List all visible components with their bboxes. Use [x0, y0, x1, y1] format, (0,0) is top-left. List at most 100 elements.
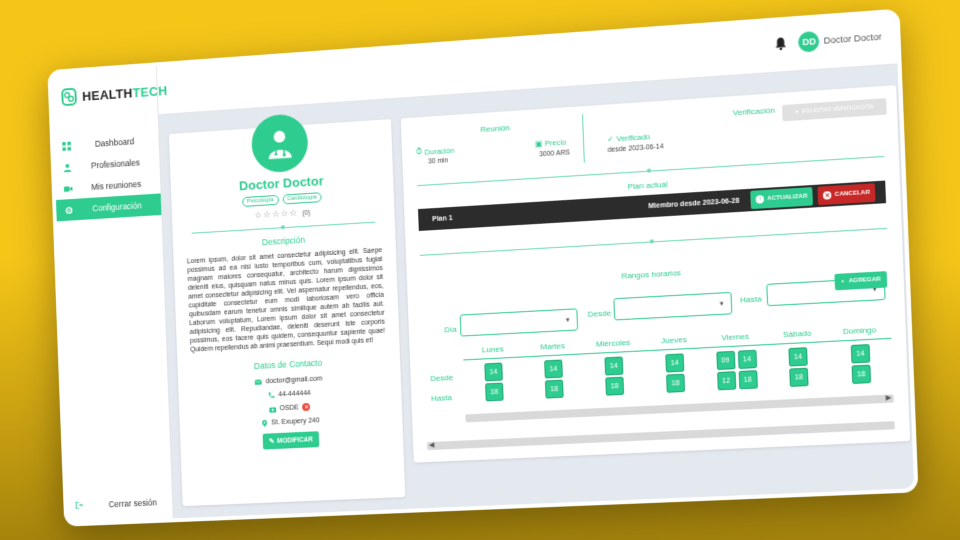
- time-range[interactable]: 14 18: [484, 362, 504, 414]
- app: HEALTHTECH DD Doctor Doctor Dashboard Pr…: [51, 12, 915, 523]
- time-to-chip[interactable]: 18: [738, 370, 758, 390]
- day-slots: 14 18: [644, 352, 707, 406]
- verification-title: Verificación: [732, 105, 776, 118]
- day-header: Lunes: [481, 344, 504, 355]
- specialty-tag: Psicología: [241, 194, 279, 207]
- medical-kit-icon: [268, 405, 276, 413]
- time-to-chip[interactable]: 18: [485, 382, 504, 402]
- time-from-chip[interactable]: 14: [737, 349, 757, 370]
- divider: [419, 227, 888, 256]
- time-to-chip[interactable]: 18: [789, 367, 809, 387]
- bell-icon[interactable]: [774, 36, 789, 51]
- up-arrow-icon: ↑: [755, 195, 765, 204]
- brand-logo-icon: [61, 87, 77, 107]
- modify-label: MODIFICAR: [277, 435, 313, 445]
- plan-name: Plan 1: [432, 214, 453, 223]
- dashboard-icon: [61, 141, 71, 151]
- time-range[interactable]: 14 18: [604, 356, 625, 407]
- address-value: St. Exupery 240: [271, 416, 320, 426]
- cancel-plan-label: CANCELAR: [834, 189, 871, 198]
- price-value: 3000 ARS: [539, 149, 571, 159]
- add-range-label: AGREGAR: [848, 276, 881, 285]
- time-from-chip[interactable]: 14: [788, 347, 808, 367]
- day-header: Domingo: [842, 325, 877, 337]
- time-to-chip[interactable]: 18: [605, 376, 625, 396]
- verified-since: desde 2023-06-14: [607, 143, 664, 155]
- logout-button[interactable]: Cerrar sesión: [67, 491, 174, 517]
- meeting-title: Reunión: [480, 123, 511, 135]
- day-select[interactable]: ▼: [459, 308, 579, 337]
- check-icon: ✓: [607, 134, 614, 144]
- from-select[interactable]: ▼: [613, 291, 733, 321]
- card-scrollbar[interactable]: ◀: [426, 421, 895, 451]
- scroll-left-icon[interactable]: ◀: [429, 441, 435, 449]
- time-range[interactable]: 14 18: [850, 344, 872, 396]
- star-icons: ☆☆☆☆☆: [254, 207, 299, 221]
- remove-insurance-icon[interactable]: ✕: [302, 402, 311, 412]
- day-slots: 14 18: [829, 343, 894, 397]
- specialty-tag: Cardiología: [282, 192, 322, 205]
- day-slots: 14 18: [767, 346, 831, 400]
- modify-button[interactable]: ✎ MODIFICAR: [262, 431, 319, 450]
- time-range[interactable]: 09 12: [715, 350, 736, 403]
- phone-icon: [268, 391, 275, 398]
- price-label: ▣ Precio: [535, 138, 567, 149]
- time-to-chip[interactable]: 18: [544, 379, 564, 399]
- time-to-chip[interactable]: 18: [851, 364, 872, 384]
- brand-name: HEALTHTECH: [82, 83, 168, 104]
- time-from-chip[interactable]: 14: [850, 344, 871, 364]
- time-range[interactable]: 14 18: [544, 359, 564, 410]
- time-range[interactable]: 14 18: [737, 349, 758, 402]
- price-label-text: Precio: [544, 137, 567, 148]
- time-range[interactable]: 14 18: [665, 353, 686, 405]
- scroll-right-icon[interactable]: ▶: [886, 393, 892, 401]
- time-to-chip[interactable]: 12: [716, 371, 736, 391]
- time-from-chip[interactable]: 14: [604, 356, 624, 376]
- plan-since: Miembro desde 2023-06-28: [648, 197, 740, 210]
- brand[interactable]: HEALTHTECH: [51, 66, 168, 123]
- info-row: Reunión ⏱ Duración 30 min ▣ Precio 3000 AR…: [401, 85, 899, 178]
- duration-label-text: Duración: [424, 145, 455, 157]
- profile-card: Doctor Doctor Psicología Cardiología ☆☆☆…: [168, 112, 406, 507]
- insurance-value: OSDE: [279, 403, 299, 412]
- edit-icon: ✎: [268, 438, 275, 446]
- app-window: HEALTHTECH DD Doctor Doctor Dashboard Pr…: [47, 8, 919, 527]
- doctor-avatar-icon: [250, 112, 309, 174]
- cancel-plan-button[interactable]: ✕ CANCELAR: [817, 183, 876, 206]
- user-area: DD Doctor Doctor: [774, 26, 882, 54]
- day-slots: 14 18: [523, 358, 585, 411]
- duration-label: ⏱ Duración: [416, 145, 455, 157]
- day-slots: 09 12 14 18: [705, 349, 769, 403]
- day-header: Martes: [540, 341, 566, 352]
- chevron-down-icon: ▼: [718, 301, 725, 308]
- contact-info: doctor@gmail.com 44-444444 OSDE ✕ St. Exu…: [178, 368, 402, 434]
- sidebar-item-label: Configuración: [92, 200, 142, 214]
- avatar[interactable]: DD: [798, 30, 820, 53]
- brand-health-text: HEALTH: [81, 85, 133, 104]
- time-from-chip[interactable]: 09: [715, 350, 735, 371]
- video-icon: [63, 183, 73, 193]
- brand-tech-text: TECH: [132, 82, 168, 100]
- user-icon: [62, 162, 72, 172]
- gear-icon: [64, 205, 74, 215]
- request-verification-button[interactable]: ● SOLICITAR VERIFICACIÓN: [782, 98, 887, 122]
- time-from-chip[interactable]: 14: [665, 353, 685, 373]
- vertical-divider: [581, 114, 585, 163]
- verified-label: ✓ Verificado: [607, 132, 650, 144]
- day-slots: 14 18: [463, 361, 525, 414]
- time-range[interactable]: 14 18: [788, 347, 809, 399]
- phone-value: 44-444444: [278, 389, 311, 398]
- plus-icon: +: [840, 278, 845, 285]
- time-from-chip[interactable]: 14: [544, 359, 563, 379]
- time-from-chip[interactable]: 14: [484, 362, 503, 382]
- location-pin-icon: [261, 419, 268, 427]
- time-to-chip[interactable]: 18: [666, 373, 686, 393]
- user-name[interactable]: Doctor Doctor: [823, 32, 881, 46]
- email-value: doctor@gmail.com: [265, 375, 323, 385]
- verified-label-text: Verificado: [616, 132, 651, 144]
- chevron-down-icon: ▼: [564, 317, 571, 325]
- from-label: Desde: [587, 308, 612, 319]
- update-plan-button[interactable]: ↑ ACTUALIZAR: [750, 187, 813, 210]
- sidebar-item-label: Dashboard: [94, 136, 135, 149]
- add-range-button[interactable]: + AGREGAR: [834, 271, 888, 291]
